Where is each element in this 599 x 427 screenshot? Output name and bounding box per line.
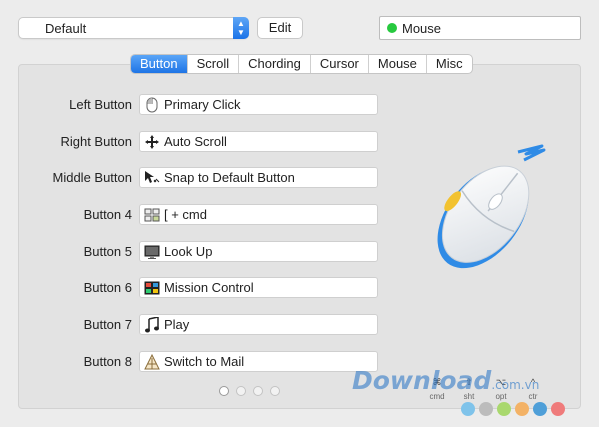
action-value: Switch to Mail	[164, 354, 245, 369]
action-field-button4[interactable]: [ + cmd	[139, 204, 378, 225]
action-value: Mission Control	[164, 280, 254, 295]
mail-app-icon	[144, 354, 160, 370]
profile-select-value: Default	[45, 21, 87, 36]
mapping-row: Right Button Auto Scroll	[0, 131, 380, 153]
mapping-row: Button 6 Mission Control	[0, 277, 380, 299]
button-label: Button 8	[83, 354, 132, 369]
mission-control-icon	[144, 280, 160, 296]
mapping-row: Button 4 [ + cmd	[0, 204, 380, 226]
watermark-dots	[461, 402, 565, 416]
page-dot[interactable]	[253, 386, 263, 396]
tab-button[interactable]: Button	[131, 55, 187, 73]
action-field-button6[interactable]: Mission Control	[139, 277, 378, 298]
page-indicator	[219, 386, 280, 396]
tab-chording[interactable]: Chording	[238, 55, 310, 73]
page-dot[interactable]	[270, 386, 280, 396]
mapping-row: Middle Button Snap to Default Button	[0, 167, 380, 189]
move-arrows-icon	[144, 134, 160, 150]
watermark-dot	[551, 402, 565, 416]
tab-bar: Button Scroll Chording Cursor Mouse Misc	[130, 54, 473, 74]
mapping-row: Button 8 Switch to Mail	[0, 351, 380, 373]
watermark-dot	[461, 402, 475, 416]
tab-cursor[interactable]: Cursor	[309, 55, 368, 73]
button-label: Right Button	[60, 134, 132, 149]
mapping-row: Button 5 Look Up	[0, 241, 380, 263]
watermark-dot	[479, 402, 493, 416]
watermark-dot	[533, 402, 547, 416]
profile-stepper-icon[interactable]: ▲ ▼	[233, 17, 249, 39]
action-value: Look Up	[164, 244, 213, 259]
watermark-dot	[515, 402, 529, 416]
action-field-button8[interactable]: Switch to Mail	[139, 351, 378, 372]
device-indicator[interactable]: Mouse	[379, 16, 581, 40]
profile-select[interactable]: Default ▲ ▼	[18, 17, 249, 39]
action-value: Auto Scroll	[164, 134, 227, 149]
action-field-middle[interactable]: Snap to Default Button	[139, 167, 378, 188]
action-field-button5[interactable]: Look Up	[139, 241, 378, 262]
watermark-dot	[497, 402, 511, 416]
page-dot[interactable]	[236, 386, 246, 396]
device-name: Mouse	[402, 21, 442, 36]
button-label: Button 5	[83, 244, 132, 259]
button-label: Left Button	[69, 97, 132, 112]
status-dot-icon	[387, 23, 397, 33]
music-note-icon	[144, 317, 160, 333]
edit-button[interactable]: Edit	[257, 17, 303, 39]
button-label: Middle Button	[52, 170, 133, 185]
watermark-text: Download	[352, 366, 492, 395]
cursor-snap-icon	[144, 170, 160, 186]
button-label: Button 4	[83, 207, 132, 222]
mapping-row: Left Button Primary Click	[0, 94, 380, 116]
action-value: Primary Click	[164, 97, 241, 112]
action-value: Play	[164, 317, 190, 332]
action-field-left[interactable]: Primary Click	[139, 94, 378, 115]
page-dot[interactable]	[219, 386, 229, 396]
monitor-icon	[144, 244, 160, 260]
action-field-button7[interactable]: Play	[139, 314, 378, 335]
action-value: Snap to Default Button	[164, 170, 295, 185]
watermark: Download.com.vn	[352, 366, 592, 396]
mouse-click-icon	[144, 97, 160, 113]
keyboard-shortcut-icon	[144, 207, 160, 223]
button-label: Button 6	[83, 280, 132, 295]
tab-mouse[interactable]: Mouse	[367, 55, 426, 73]
action-value: [ + cmd	[164, 207, 207, 222]
watermark-ext: .com.vn	[491, 378, 540, 392]
mapping-row: Button 7 Play	[0, 314, 380, 336]
button-label: Button 7	[83, 317, 132, 332]
mouse-illustration	[420, 140, 560, 283]
tab-misc[interactable]: Misc	[425, 55, 472, 73]
action-field-right[interactable]: Auto Scroll	[139, 131, 378, 152]
tab-scroll[interactable]: Scroll	[186, 55, 239, 73]
